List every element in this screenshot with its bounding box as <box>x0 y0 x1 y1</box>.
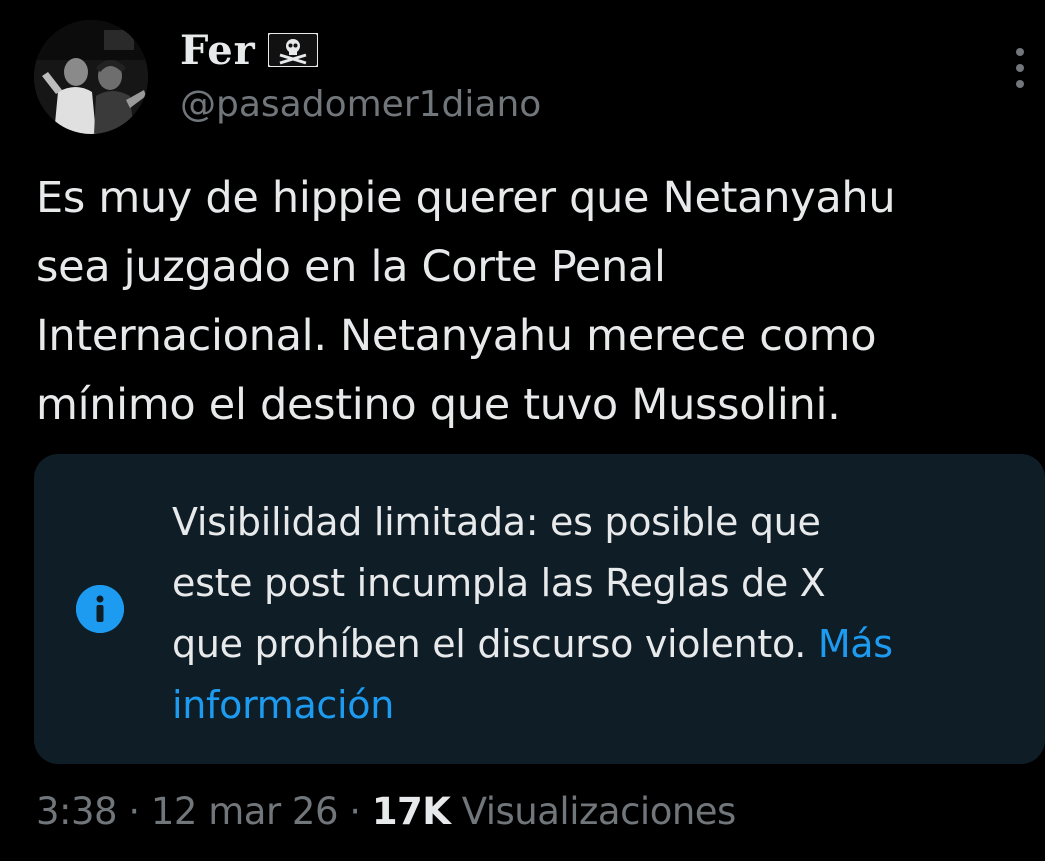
author-handle[interactable]: @pasadomer1diano <box>180 84 541 125</box>
avatar[interactable] <box>34 20 148 134</box>
tweet-meta: 3:38 · 12 mar 26 · 17K Visualizaciones <box>36 790 736 833</box>
display-name[interactable]: Fer <box>180 27 256 74</box>
meta-separator: · <box>338 790 372 833</box>
author-names: Fer @pasadomer1diano <box>180 24 541 126</box>
notice-text-segment: que prohíben el discurso violento. <box>172 622 818 666</box>
notice-text: Visibilidad limitada: es posible que est… <box>172 492 1032 736</box>
more-options-button[interactable] <box>1010 48 1030 88</box>
more-dot-icon <box>1016 48 1024 56</box>
notice-text-line: Visibilidad limitada: es posible que <box>172 500 821 544</box>
tweet-time[interactable]: 3:38 <box>36 790 118 833</box>
info-icon <box>76 585 124 633</box>
tweet-text-line: Internacional. Netanyahu merece como <box>36 311 877 361</box>
tweet-text: Es muy de hippie querer que Netanyahu se… <box>36 164 1026 440</box>
more-dot-icon <box>1016 80 1024 88</box>
tweet-text-line: mínimo el destino que tuvo Mussolini. <box>36 380 841 430</box>
avatar-image <box>34 20 148 134</box>
views-count: 17K <box>371 790 451 833</box>
learn-more-link[interactable]: Más <box>818 622 893 666</box>
limited-visibility-notice: Visibilidad limitada: es posible que est… <box>34 454 1045 764</box>
notice-text-line: que prohíben el discurso violento. Más <box>172 614 1032 675</box>
more-dot-icon <box>1016 64 1024 72</box>
notice-text-line: información <box>172 675 1032 736</box>
tweet-text-line: sea juzgado en la Corte Penal <box>36 242 666 292</box>
learn-more-link-continued[interactable]: información <box>172 683 394 727</box>
notice-text-line: este post incumpla las Reglas de X <box>172 561 826 605</box>
tweet-text-line: Es muy de hippie querer que Netanyahu <box>36 173 896 223</box>
pirate-flag-icon <box>266 32 319 68</box>
display-name-row: Fer <box>180 24 541 76</box>
tweet-date[interactable]: 12 mar 26 <box>151 790 339 833</box>
views-label: Visualizaciones <box>450 790 737 833</box>
tweet-header: Fer @pasadomer1diano <box>34 20 1034 136</box>
meta-separator: · <box>117 790 151 833</box>
